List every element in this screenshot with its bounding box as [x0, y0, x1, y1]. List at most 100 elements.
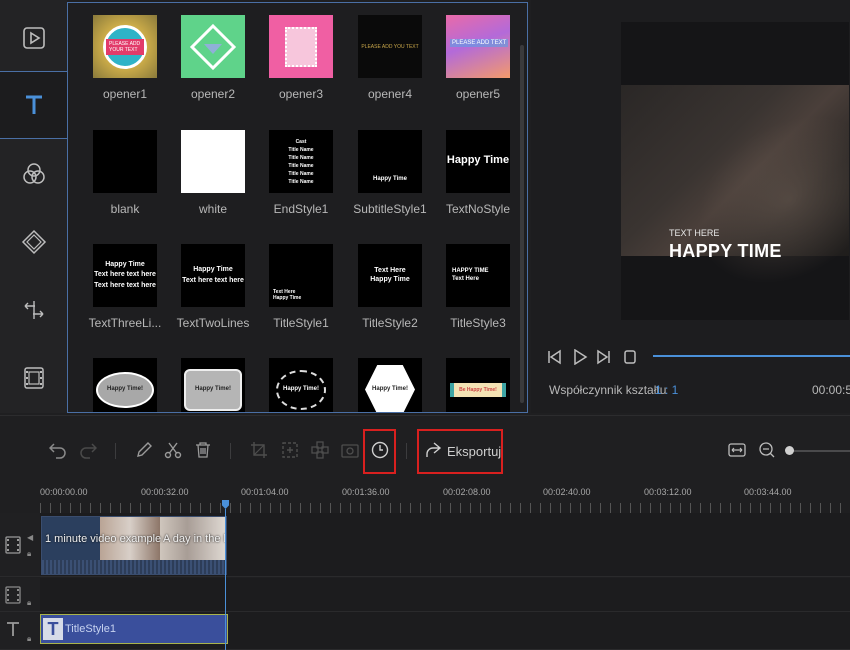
thumb-titlestyle3: HAPPY TIME Text Here: [446, 244, 510, 307]
tile-label: TitleStyle2: [362, 316, 418, 330]
timeline-ruler[interactable]: 00:00:00.00 00:00:32.00 00:01:04.00 00:0…: [0, 485, 850, 513]
tile-titlestyle1[interactable]: Text Here Happy Time TitleStyle1: [256, 244, 346, 330]
ruler-label: 00:02:08.00: [443, 487, 491, 497]
thumb-textthreelines: Happy Time Text here text here Text here…: [93, 244, 157, 307]
tile-blank[interactable]: blank: [80, 130, 170, 216]
aspect-ratio-value[interactable]: 1 : 1: [655, 383, 678, 397]
thumb-subtitlestyle1: Happy Time: [358, 130, 422, 193]
tile-opener2[interactable]: opener2: [168, 15, 258, 101]
redo-button[interactable]: [76, 438, 100, 462]
export-label[interactable]: Eksportuj: [447, 444, 501, 459]
playhead-line[interactable]: [225, 509, 226, 650]
ruler-label: 00:01:36.00: [342, 487, 390, 497]
thumb-titlestyle3-text: HAPPY TIME Text Here: [452, 268, 489, 282]
edit-button[interactable]: [132, 438, 156, 462]
thumb-opener2: [181, 15, 245, 78]
edit-toolbar: Eksportuj: [0, 415, 850, 485]
ruler-label: 00:03:12.00: [644, 487, 692, 497]
prev-frame-button[interactable]: [545, 348, 563, 366]
sidebar-overlays-button[interactable]: [0, 208, 67, 276]
thumb-badge5: Be Happy Time!: [446, 358, 510, 412]
thumb-opener3: [269, 15, 333, 78]
thumb-titlestyle1: Text Here Happy Time: [269, 244, 333, 307]
text-track-header: 🔒︎: [0, 612, 40, 649]
tile-badge4[interactable]: Happy Time!: [345, 358, 435, 412]
overlay-diamond-icon: [21, 229, 46, 255]
tile-opener5[interactable]: PLEASE ADD TEXT opener5: [433, 15, 523, 101]
sidebar-transitions-button[interactable]: [0, 276, 67, 344]
mosaic-button[interactable]: [308, 438, 332, 462]
thumb-opener4: PLEASE ADD YOU TEXT: [358, 15, 422, 78]
tile-label: opener2: [190, 87, 236, 101]
stop-button[interactable]: [621, 348, 639, 366]
tile-opener4[interactable]: PLEASE ADD YOU TEXT opener4: [345, 15, 435, 101]
pencil-icon: [137, 442, 152, 457]
zoom-out-button[interactable]: [755, 438, 779, 462]
step-forward-icon: [597, 349, 610, 365]
filters-circles-icon: [22, 163, 45, 184]
lock-icon[interactable]: 🔒︎: [27, 598, 31, 608]
pip-track-header: 🔒︎: [0, 578, 40, 611]
sidebar-elements-button[interactable]: [0, 344, 67, 412]
snapshot-button[interactable]: [338, 438, 362, 462]
tile-subtitlestyle1[interactable]: Happy Time SubtitleStyle1: [345, 130, 435, 216]
frame-plus-icon: [282, 442, 298, 458]
trash-icon: [196, 442, 210, 458]
thumb-white: [181, 130, 245, 193]
crop-icon: [251, 442, 267, 458]
title-clip[interactable]: T TitleStyle1: [40, 614, 228, 644]
tile-label: TextTwoLines: [176, 316, 250, 330]
sidebar-filters-button[interactable]: [0, 140, 67, 208]
pip-track: 🔒︎: [0, 578, 850, 612]
tile-texttwolines[interactable]: Happy Time Text here text here TextTwoLi…: [168, 244, 258, 330]
tile-textthreelines[interactable]: Happy Time Text here text here Text here…: [80, 244, 170, 330]
play-icon: [574, 349, 588, 365]
tile-label: opener1: [102, 87, 148, 101]
undo-button[interactable]: [46, 438, 70, 462]
text-track-icon: [7, 622, 19, 636]
tile-badge3[interactable]: Happy Time!: [256, 358, 346, 412]
delete-button[interactable]: [191, 438, 215, 462]
cut-button[interactable]: [161, 438, 185, 462]
tile-badge2[interactable]: Happy Time!: [168, 358, 258, 412]
lock-icon[interactable]: 🔒︎: [27, 634, 31, 644]
speed-button[interactable]: [368, 438, 392, 462]
playback-progress-bar[interactable]: [653, 355, 850, 357]
next-frame-button[interactable]: [595, 348, 613, 366]
tile-label: white: [198, 202, 227, 216]
fit-timeline-button[interactable]: [725, 438, 749, 462]
speaker-icon[interactable]: ◀: [27, 533, 33, 542]
zoom-slider-track[interactable]: [788, 450, 850, 452]
thumb-badge4: Happy Time!: [358, 358, 422, 412]
thumb-opener1-text: PLEASE ADD YOUR TEXT: [106, 38, 144, 55]
clock-icon: [371, 441, 389, 459]
thumb-badge3-text: Happy Time!: [283, 385, 319, 392]
thumb-opener4-text: PLEASE ADD YOU TEXT: [361, 43, 419, 50]
tile-opener3[interactable]: opener3: [256, 15, 346, 101]
tile-label: TextThreeLi...: [88, 316, 162, 330]
lock-icon[interactable]: 🔒︎: [27, 549, 31, 559]
video-clip[interactable]: 1 minute video example A day in the li: [41, 516, 227, 575]
thumb-opener5-text: PLEASE ADD TEXT: [450, 39, 509, 47]
zoom-slider-knob[interactable]: [785, 446, 794, 455]
tile-badge5[interactable]: Be Happy Time!: [433, 358, 523, 412]
tile-badge1[interactable]: Happy Time!: [80, 358, 170, 412]
tile-opener1[interactable]: PLEASE ADD YOUR TEXT opener1: [80, 15, 170, 101]
play-button[interactable]: [571, 348, 589, 366]
sidebar-media-button[interactable]: [0, 4, 67, 72]
tile-titlestyle2[interactable]: Text Here Happy Time TitleStyle2: [345, 244, 435, 330]
ruler-label: 00:00:00.00: [40, 487, 88, 497]
tile-white[interactable]: white: [168, 130, 258, 216]
export-button[interactable]: [421, 438, 445, 462]
sidebar-text-button[interactable]: [0, 71, 67, 139]
tile-textnostyle[interactable]: Happy Time TextNoStyle: [433, 130, 523, 216]
zoom-region-button[interactable]: [278, 438, 302, 462]
tile-titlestyle3[interactable]: HAPPY TIME Text Here TitleStyle3: [433, 244, 523, 330]
preview-image: [621, 81, 849, 319]
thumb-textnostyle-text: Happy Time: [446, 154, 510, 166]
crop-button[interactable]: [247, 438, 271, 462]
preview-panel: TEXT HERE HAPPY TIME Współczynnik kształ…: [531, 0, 850, 413]
thumb-textthreelines-text: Happy Time Text here text here Text here…: [94, 260, 156, 289]
thumb-opener5: PLEASE ADD TEXT: [446, 15, 510, 78]
tile-endstyle1[interactable]: Cast Title Name Title Name Title Name Ti…: [256, 130, 346, 216]
